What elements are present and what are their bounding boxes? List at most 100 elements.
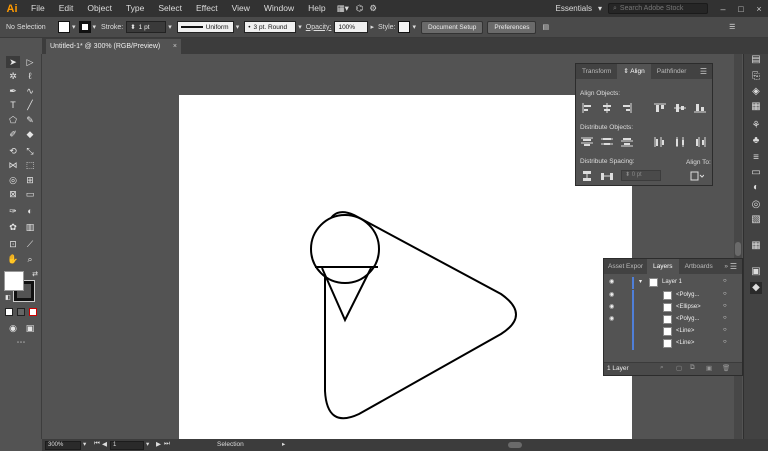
color-mode-icon[interactable] (5, 308, 13, 316)
panel-menu-icon[interactable]: ☰ (700, 64, 707, 79)
visibility-eye-icon[interactable]: ◉ (609, 315, 614, 322)
shaper-tool-icon[interactable]: ✐ (6, 128, 20, 140)
visibility-eye-icon[interactable]: ◉ (609, 303, 614, 310)
close-tab-icon[interactable]: × (173, 39, 177, 54)
first-artboard-icon[interactable]: ⏮ (94, 440, 100, 448)
stepper-icon[interactable]: ⬍ (130, 23, 135, 31)
shape-builder-tool-icon[interactable]: ◎ (6, 174, 20, 186)
stroke-weight-dropdown-icon[interactable]: ▾ (168, 23, 172, 31)
horizontal-distribute-center-icon[interactable] (673, 136, 687, 148)
arrange-documents-icon[interactable]: ▦▾ (333, 0, 353, 17)
vertical-distribute-bottom-icon[interactable] (620, 136, 634, 148)
opacity-dropdown-icon[interactable]: ▸ (370, 23, 374, 31)
target-circle-icon[interactable]: ○ (723, 339, 727, 345)
horizontal-align-left-icon[interactable] (580, 102, 594, 114)
eyedropper-tool-icon[interactable]: ✑ (6, 205, 20, 217)
tab-pathfinder[interactable]: Pathfinder (651, 64, 693, 79)
brushes-icon[interactable]: ⚘ (750, 120, 762, 132)
menu-window[interactable]: Window (257, 0, 301, 17)
mesh-tool-icon[interactable]: ⊠ (6, 188, 20, 200)
current-tool-status[interactable]: Selection (217, 441, 244, 448)
pen-tool-icon[interactable]: ✒ (6, 85, 20, 97)
gradient-mode-icon[interactable] (17, 308, 25, 316)
visibility-eye-icon[interactable]: ◉ (609, 291, 614, 298)
gpu-icon[interactable]: ⌬ (353, 0, 366, 17)
default-colors-icon[interactable]: ◧ (1, 292, 15, 304)
tab-artboards[interactable]: Artboards (679, 259, 719, 274)
fill-dropdown-icon[interactable]: ▾ (72, 23, 76, 31)
align-to-selection-icon[interactable] (690, 170, 704, 182)
shape-tool-icon[interactable]: ⬠ (6, 114, 20, 126)
zoom-tool-icon[interactable]: ⌕ (23, 253, 37, 265)
horizontal-distribute-right-icon[interactable] (693, 136, 707, 148)
tab-align[interactable]: ⇕ Align (617, 64, 651, 79)
menu-help[interactable]: Help (301, 0, 332, 17)
screen-mode-icon[interactable]: ▣ (23, 322, 37, 334)
profile-dropdown-icon[interactable]: ▾ (236, 23, 240, 31)
panel-menu-icon[interactable]: ☰ (729, 23, 735, 31)
target-circle-icon[interactable]: ○ (723, 327, 727, 333)
document-tab[interactable]: Untitled-1* @ 300% (RGB/Preview) × (46, 39, 181, 54)
brush-definition[interactable]: • 3 pt. Round (244, 21, 297, 33)
align-icon[interactable]: ▦ (750, 240, 762, 252)
graphic-style-swatch[interactable] (398, 21, 411, 33)
fill-swatch[interactable] (58, 21, 70, 33)
line-segment-tool-icon[interactable]: ╱ (23, 99, 37, 111)
horizontal-distribute-space-icon[interactable] (600, 170, 614, 182)
target-circle-icon[interactable]: ○ (723, 278, 727, 284)
rotate-tool-icon[interactable]: ⟲ (6, 145, 20, 157)
opacity-field[interactable]: 100% (334, 21, 369, 33)
graphic-styles-icon[interactable]: ▧ (750, 214, 762, 226)
artboard[interactable] (179, 95, 632, 439)
gradient-tool-icon[interactable]: ▭ (23, 188, 37, 200)
tab-asset-export[interactable]: Asset Expor (604, 259, 647, 274)
stroke-label[interactable]: Stroke: (101, 24, 123, 31)
free-transform-tool-icon[interactable]: ⬚ (23, 159, 37, 171)
scale-tool-icon[interactable]: ⤡ (23, 145, 37, 157)
new-sublayer-icon[interactable]: ⧉ (690, 364, 695, 372)
perspective-grid-tool-icon[interactable]: ⊞ (23, 174, 37, 186)
vertical-distribute-center-icon[interactable] (600, 136, 614, 148)
opacity-label[interactable]: Opacity: (306, 24, 332, 31)
magic-wand-tool-icon[interactable]: ✲ (6, 70, 20, 82)
vertical-scroll-thumb[interactable] (735, 242, 741, 256)
horizontal-distribute-left-icon[interactable] (653, 136, 667, 148)
color-guide-icon[interactable]: ▦ (750, 101, 762, 113)
vertical-align-center-icon[interactable] (673, 102, 687, 114)
menu-type[interactable]: Type (119, 0, 151, 17)
vertical-align-bottom-icon[interactable] (693, 102, 707, 114)
arrange-icon[interactable]: ▤ (542, 23, 549, 31)
slice-tool-icon[interactable]: ⟋ (23, 238, 37, 250)
visibility-eye-icon[interactable]: ◉ (609, 278, 614, 285)
menu-file[interactable]: File (24, 0, 52, 17)
stroke-icon[interactable]: ≡ (750, 152, 762, 164)
menu-edit[interactable]: Edit (52, 0, 81, 17)
stroke-weight-field[interactable]: ⬍ 1 pt (126, 21, 167, 33)
artboards-icon[interactable]: ▣ (750, 266, 762, 278)
sublayer-row[interactable]: ◉ <Polyg... ○ (604, 314, 744, 326)
blend-tool-icon[interactable]: ◐ (23, 205, 37, 217)
edit-toolbar-icon[interactable]: ⋯ (14, 336, 28, 348)
symbol-sprayer-tool-icon[interactable]: ✿ (6, 221, 20, 233)
width-tool-icon[interactable]: ⋈ (6, 159, 20, 171)
workspace-switcher[interactable]: Essentials (556, 4, 592, 13)
vertical-distribute-space-icon[interactable] (580, 170, 594, 182)
horizontal-scroll-thumb[interactable] (508, 442, 522, 448)
expand-panels-icon[interactable]: » (724, 259, 728, 274)
artboard-number-field[interactable]: 1 (110, 441, 144, 450)
sublayer-row[interactable]: ◉ <Polyg... ○ (604, 290, 744, 302)
eraser-tool-icon[interactable]: ◆ (23, 128, 37, 140)
last-artboard-icon[interactable]: ⏭ (164, 440, 170, 448)
chevron-down-icon[interactable]: ▾ (598, 4, 602, 13)
color-icon[interactable]: ◈ (750, 86, 762, 98)
stroke-dropdown-icon[interactable]: ▾ (93, 23, 97, 31)
fill-color-box[interactable] (4, 271, 24, 291)
previous-artboard-icon[interactable]: ◀ (102, 440, 107, 448)
libraries-icon[interactable]: ⎘ (750, 71, 762, 83)
paintbrush-tool-icon[interactable]: ✎ (23, 114, 37, 126)
horizontal-align-center-icon[interactable] (600, 102, 614, 114)
sublayer-row[interactable]: <Line> ○ (604, 338, 744, 350)
hand-tool-icon[interactable]: ✋ (6, 253, 20, 265)
sublayer-row[interactable]: ◉ <Ellipse> ○ (604, 302, 744, 314)
target-circle-icon[interactable]: ○ (723, 303, 727, 309)
